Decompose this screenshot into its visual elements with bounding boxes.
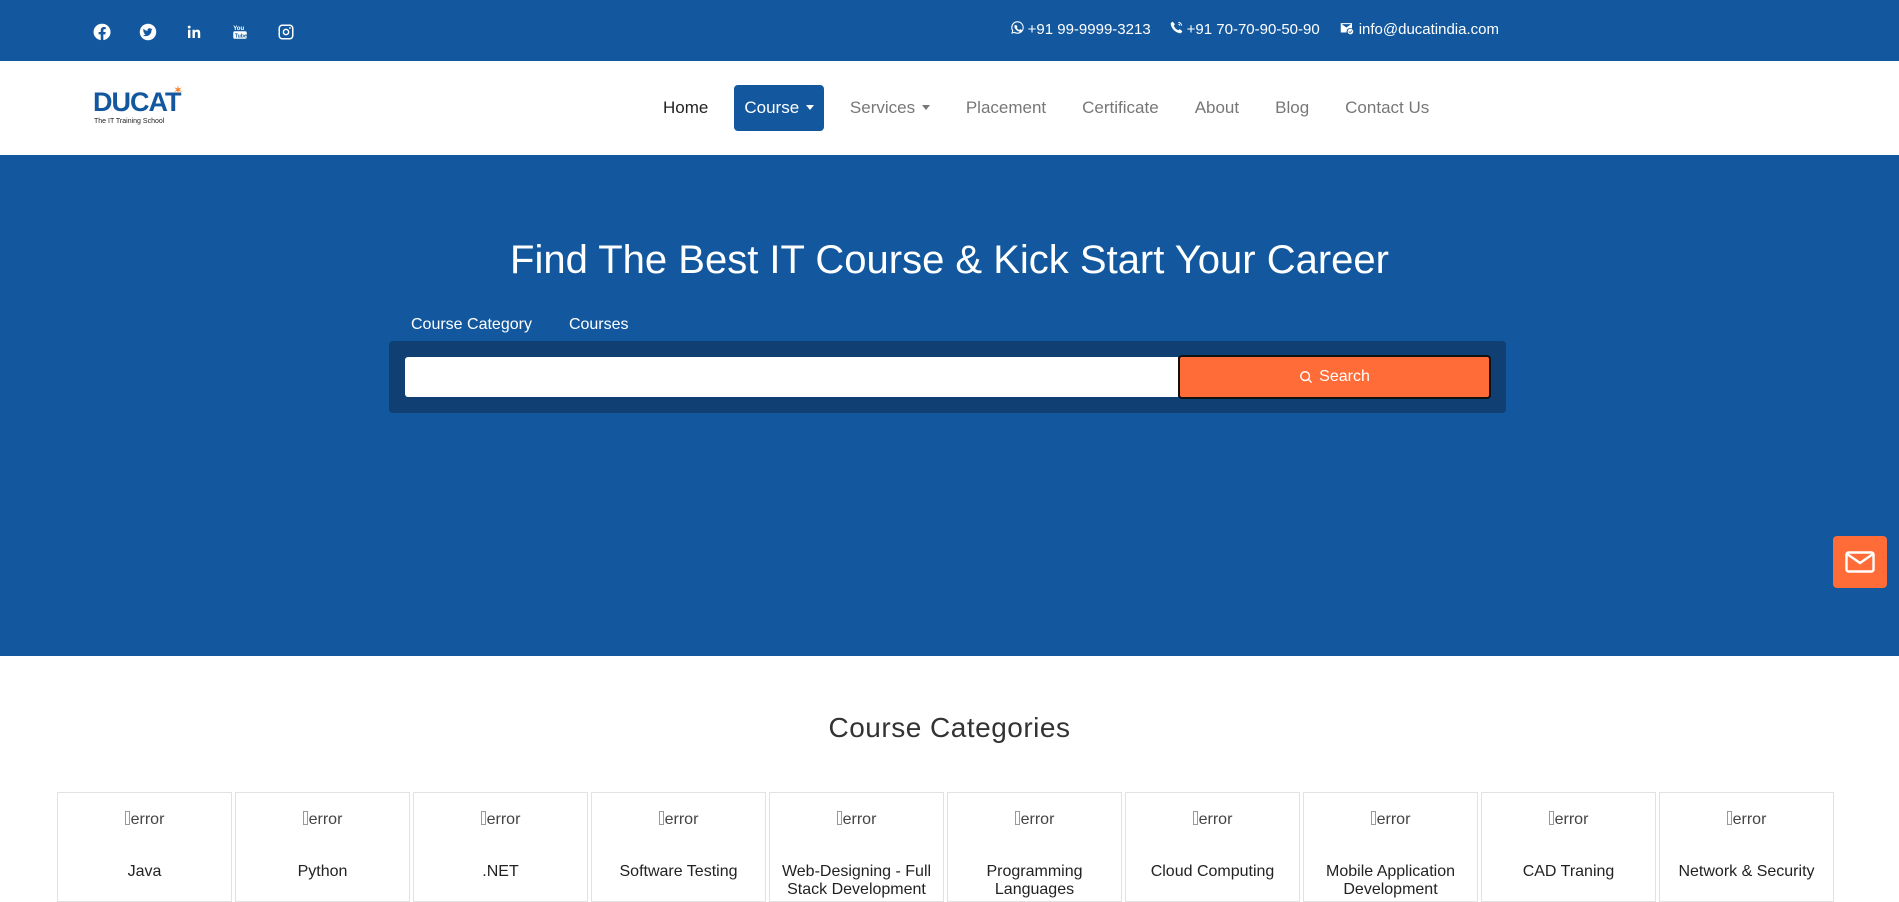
whatsapp-contact[interactable]: +91 99-9999-3213 <box>1010 20 1151 39</box>
svg-text:You: You <box>233 26 244 32</box>
search-icon <box>1300 371 1313 384</box>
instagram-icon[interactable] <box>276 22 296 42</box>
hero-title: Find The Best IT Course & Kick Start You… <box>510 238 1389 282</box>
logo-tagline: The IT Training School <box>94 118 165 125</box>
category-card[interactable]: error Java <box>57 792 232 902</box>
course-categories-title: Course Categories <box>828 712 1071 743</box>
chevron-down-icon <box>805 104 814 110</box>
category-card[interactable]: error Mobile Application Development <box>1303 792 1478 902</box>
category-card[interactable]: error Network & Security <box>1659 792 1834 902</box>
search-button[interactable]: Search <box>1178 355 1491 399</box>
envelope-check-icon <box>1338 20 1356 39</box>
search-tabs: Course Category Courses <box>411 316 629 334</box>
email-contact[interactable]: info@ducatindia.com <box>1338 20 1499 39</box>
facebook-icon[interactable] <box>92 22 112 42</box>
contact-info: +91 99-9999-3213 +91 70-70-90-50-90 info… <box>1010 20 1499 39</box>
nav-about[interactable]: About <box>1177 85 1257 131</box>
linkedin-icon[interactable] <box>184 22 204 42</box>
broken-image-icon: error <box>770 811 943 829</box>
tab-courses[interactable]: Courses <box>569 316 629 334</box>
phone-icon <box>1169 20 1184 39</box>
logo-spark-icon: ✶ <box>173 83 184 97</box>
category-cards: error Java error Python error .NET error Softwa… <box>57 792 1834 902</box>
category-label: Network & Security <box>1678 863 1815 880</box>
nav-services-label: Services <box>849 98 916 117</box>
category-label: .NET <box>482 863 519 880</box>
category-label: Software Testing <box>619 863 738 880</box>
category-label: Cloud Computing <box>1150 863 1275 880</box>
category-card[interactable]: error Web-Designing - Full Stack Developm… <box>769 792 944 902</box>
twitter-icon[interactable] <box>138 22 158 42</box>
whatsapp-number: +91 99-9999-3213 <box>1027 21 1151 38</box>
floating-mail-button[interactable] <box>1833 536 1887 588</box>
category-card[interactable]: error Programming Languages <box>947 792 1122 902</box>
email-address: info@ducatindia.com <box>1358 21 1499 38</box>
category-label: CAD Traning <box>1522 863 1615 880</box>
mail-icon <box>1845 551 1875 573</box>
broken-image-icon: error <box>1304 811 1477 829</box>
ducat-logo[interactable]: DUCAT ✶ The IT Training School <box>93 83 188 131</box>
category-card[interactable]: error Cloud Computing <box>1125 792 1300 902</box>
nav-certificate[interactable]: Certificate <box>1064 85 1177 131</box>
nav-course-label: Course <box>744 98 800 117</box>
category-card[interactable]: error CAD Traning <box>1481 792 1656 902</box>
hero-section: Find The Best IT Course & Kick Start You… <box>0 155 1899 656</box>
broken-image-icon: error <box>236 811 409 829</box>
search-input[interactable] <box>405 357 1178 397</box>
broken-image-icon: error <box>592 811 765 829</box>
svg-text:Tube: Tube <box>235 33 247 39</box>
category-label: Java <box>127 863 162 880</box>
nav-menu: Home Course Services Placement Certifica… <box>645 85 1447 131</box>
category-card[interactable]: error Software Testing <box>591 792 766 902</box>
nav-course[interactable]: Course <box>734 85 824 131</box>
top-bar: You Tube +91 99-9999-3213 +91 70-70-90-50… <box>0 0 1899 61</box>
broken-image-icon: error <box>948 811 1121 829</box>
phone-number: +91 70-70-90-50-90 <box>1186 21 1320 38</box>
main-navbar: DUCAT ✶ The IT Training School Home Cour… <box>0 61 1899 155</box>
chevron-down-icon <box>921 104 930 110</box>
broken-image-icon: error <box>1482 811 1655 829</box>
search-panel: Search <box>389 341 1506 413</box>
phone-contact[interactable]: +91 70-70-90-50-90 <box>1169 20 1320 39</box>
broken-image-icon: error <box>58 811 231 829</box>
nav-blog[interactable]: Blog <box>1257 85 1327 131</box>
nav-home[interactable]: Home <box>645 85 726 131</box>
social-links: You Tube <box>92 22 296 42</box>
broken-image-icon: error <box>414 811 587 829</box>
category-card[interactable]: error Python <box>235 792 410 902</box>
broken-image-icon: error <box>1660 811 1833 829</box>
category-card[interactable]: error .NET <box>413 792 588 902</box>
nav-placement[interactable]: Placement <box>948 85 1064 131</box>
nav-services[interactable]: Services <box>832 85 948 131</box>
tab-course-category[interactable]: Course Category <box>411 316 532 334</box>
logo-wordmark: DUCAT <box>93 87 181 117</box>
category-label: Python <box>297 863 348 880</box>
broken-image-icon: error <box>1126 811 1299 829</box>
youtube-icon[interactable]: You Tube <box>230 22 250 42</box>
search-button-label: Search <box>1319 368 1370 385</box>
whatsapp-icon <box>1010 20 1025 39</box>
nav-contact-us[interactable]: Contact Us <box>1327 85 1447 131</box>
